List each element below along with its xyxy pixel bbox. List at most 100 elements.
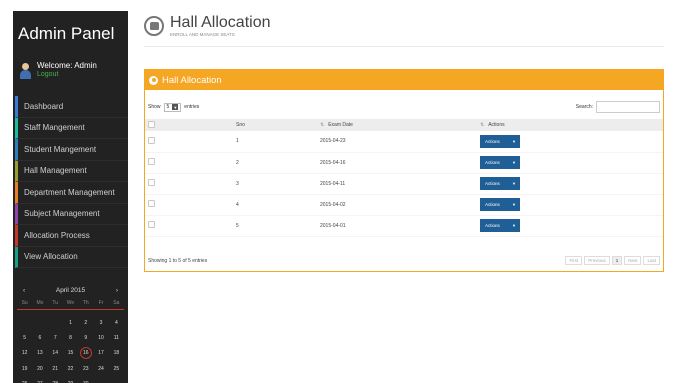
calendar-day[interactable]: 17: [93, 348, 108, 358]
caret-down-icon: ▼: [512, 223, 516, 228]
pager-last-button[interactable]: Last: [643, 256, 660, 265]
calendar-day: [93, 379, 108, 383]
calendar-day[interactable]: 24: [93, 364, 108, 374]
calendar-day[interactable]: 12: [17, 348, 32, 358]
calendar-day[interactable]: 18: [109, 348, 124, 358]
calendar-day[interactable]: 13: [32, 348, 47, 358]
calendar-weekday: Su: [21, 300, 28, 306]
calendar-day[interactable]: 30: [78, 379, 93, 383]
row-sno: 5: [236, 222, 239, 229]
calendar: ‹ April 2015 › Su Mo Tu We Th Fr Sa 1234567891…: [13, 282, 128, 383]
page-length-control: Show 5 ▼ entries: [148, 102, 200, 112]
calendar-day[interactable]: 11: [109, 333, 124, 343]
calendar-day[interactable]: 5: [17, 333, 32, 343]
calendar-day[interactable]: 27: [32, 379, 47, 383]
calendar-day[interactable]: 25: [109, 364, 124, 374]
calendar-day[interactable]: 16: [79, 347, 92, 359]
calendar-prev-icon[interactable]: ‹: [23, 287, 25, 294]
calendar-day[interactable]: 26: [17, 379, 32, 383]
row-checkbox[interactable]: [148, 136, 155, 144]
row-sno: 3: [236, 180, 239, 187]
calendar-day[interactable]: 15: [63, 348, 78, 358]
calendar-weekday: Mo: [36, 300, 44, 306]
column-actions[interactable]: Actions: [488, 122, 504, 128]
calendar-day[interactable]: 4: [109, 318, 124, 328]
search-label: Search:: [575, 104, 593, 110]
row-checkbox[interactable]: [148, 221, 155, 228]
row-exam-date: 2015-04-11: [320, 180, 346, 187]
calendar-day[interactable]: 19: [17, 364, 32, 374]
calendar-day[interactable]: 14: [48, 348, 63, 358]
sidebar-menu: Dashboard Staff Mangement Student Mangemen…: [13, 96, 128, 268]
actions-button[interactable]: Actions ▼: [480, 219, 520, 232]
brand-title: Admin Panel: [18, 24, 115, 43]
column-sno[interactable]: Sno: [236, 119, 320, 131]
page-title: Hall Allocation: [170, 14, 271, 31]
row-exam-date: 2015-04-02: [320, 201, 346, 208]
calendar-day[interactable]: 8: [63, 333, 78, 343]
calendar-day[interactable]: 3: [93, 318, 108, 328]
sidebar-item-hall-management[interactable]: Hall Management: [15, 160, 128, 182]
calendar-day[interactable]: 6: [32, 333, 47, 343]
sidebar-item-view-allocation[interactable]: View Allocation: [15, 246, 128, 268]
actions-label: Actions: [485, 138, 500, 144]
user-welcome: Welcome: Admin Logout: [13, 57, 128, 96]
table-row: 3 2015-04-11 Actions ▼: [145, 173, 663, 194]
actions-button[interactable]: Actions ▼: [480, 134, 520, 148]
row-checkbox[interactable]: [148, 158, 155, 165]
sort-icon[interactable]: ⇅: [320, 122, 324, 128]
calendar-day[interactable]: 10: [93, 333, 108, 343]
sidebar-item-department-management[interactable]: Department Management: [15, 182, 128, 204]
calendar-day[interactable]: 20: [32, 364, 47, 374]
actions-button[interactable]: Actions ▼: [480, 177, 520, 190]
entries-label: entries: [184, 104, 200, 110]
calendar-next-icon[interactable]: ›: [116, 287, 118, 294]
search-input[interactable]: [596, 101, 660, 113]
calendar-day: [48, 318, 63, 328]
pager-1-button[interactable]: 1: [611, 256, 623, 265]
actions-button[interactable]: Actions ▼: [480, 156, 520, 169]
sidebar-item-student-mangement[interactable]: Student Mangement: [15, 139, 128, 161]
row-exam-date: 2015-04-16: [320, 159, 346, 166]
panel-icon: [149, 75, 158, 85]
column-exam-date[interactable]: Exam Date: [328, 122, 353, 128]
calendar-day[interactable]: 2: [78, 318, 93, 328]
welcome-text: Welcome: Admin: [37, 61, 97, 70]
calendar-day[interactable]: 22: [63, 364, 78, 374]
calendar-day[interactable]: 23: [78, 364, 93, 374]
actions-button[interactable]: Actions ▼: [480, 198, 520, 211]
page-length-select[interactable]: 5 ▼: [163, 102, 182, 112]
sidebar-item-dashboard[interactable]: Dashboard: [15, 96, 128, 118]
row-checkbox[interactable]: [148, 179, 155, 186]
table-info: Showing 1 to 5 of 5 entries: [148, 257, 208, 264]
page-length-value: 5: [166, 104, 170, 110]
chevron-down-icon: ▼: [172, 104, 179, 110]
calendar-day[interactable]: 29: [63, 379, 78, 383]
calendar-month: April 2015: [55, 286, 86, 294]
sidebar-item-allocation-process[interactable]: Allocation Process: [15, 225, 128, 247]
panel-title: Hall Allocation: [162, 74, 222, 86]
calendar-day[interactable]: 7: [48, 333, 63, 343]
row-checkbox[interactable]: [148, 200, 155, 207]
row-sno: 4: [236, 201, 239, 208]
pager-next-button[interactable]: Next: [624, 256, 642, 265]
calendar-day[interactable]: 21: [48, 364, 63, 374]
pager-previous-button[interactable]: Previous: [584, 256, 610, 265]
user-avatar-icon: [20, 63, 31, 79]
actions-label: Actions: [485, 160, 500, 165]
sidebar-item-subject-management[interactable]: Subject Management: [15, 203, 128, 225]
calendar-weekday: We: [66, 300, 75, 306]
calendar-day[interactable]: 9: [78, 333, 93, 343]
select-all-checkbox[interactable]: [148, 120, 155, 128]
sidebar-item-staff-mangement[interactable]: Staff Mangement: [15, 117, 128, 139]
pager-first-button[interactable]: First: [565, 256, 583, 265]
sort-icon[interactable]: ⇅: [480, 122, 484, 128]
caret-down-icon: ▼: [512, 138, 516, 144]
calendar-weekday: Fr: [98, 300, 104, 306]
hall-allocation-panel: Hall Allocation Show 5 ▼ entries Search:…: [144, 69, 664, 272]
row-exam-date: 2015-04-01: [320, 222, 346, 229]
calendar-day[interactable]: 28: [48, 379, 63, 383]
show-label: Show: [148, 104, 161, 110]
calendar-day[interactable]: 1: [63, 318, 78, 328]
logout-link[interactable]: Logout: [37, 71, 97, 78]
